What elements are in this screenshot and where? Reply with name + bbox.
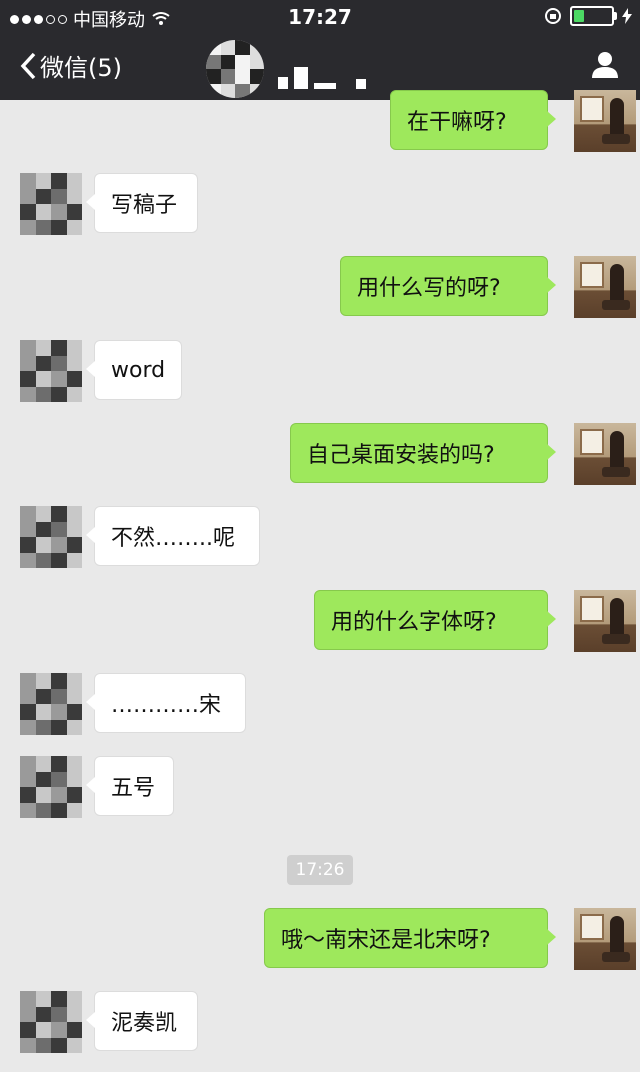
contact-message-avatar[interactable] <box>20 173 82 235</box>
profile-icon[interactable] <box>590 50 620 80</box>
contact-message-avatar[interactable] <box>20 506 82 568</box>
orientation-lock-icon <box>545 8 561 24</box>
contact-message-avatar[interactable] <box>20 991 82 1053</box>
my-avatar[interactable] <box>574 256 636 318</box>
incoming-message[interactable]: 泥奏凯 <box>86 991 198 1051</box>
chat-area[interactable]: 在干嘛呀? 写稿子 用什么写的呀? word 自己桌面安装的吗? 不然……..呢… <box>0 90 640 1072</box>
message-timestamp: 17:26 <box>287 855 353 885</box>
my-avatar[interactable] <box>574 90 636 152</box>
incoming-message[interactable]: 五号 <box>86 756 174 816</box>
contact-message-avatar[interactable] <box>20 756 82 818</box>
outgoing-message[interactable]: 用的什么字体呀? <box>314 590 556 650</box>
contact-message-avatar[interactable] <box>20 340 82 402</box>
back-button[interactable]: 微信(5) <box>20 48 122 83</box>
my-avatar[interactable] <box>574 590 636 652</box>
charging-icon <box>622 8 632 24</box>
my-avatar[interactable] <box>574 423 636 485</box>
battery-icon <box>570 6 617 26</box>
incoming-message[interactable]: …………宋 <box>86 673 246 733</box>
outgoing-message[interactable]: 哦～南宋还是北宋呀? <box>264 908 556 968</box>
outgoing-message[interactable]: 在干嘛呀? <box>390 90 556 150</box>
status-bar: 中国移动 17:27 <box>0 0 640 34</box>
incoming-message[interactable]: 不然……..呢 <box>86 506 260 566</box>
incoming-message[interactable]: 写稿子 <box>86 173 198 233</box>
outgoing-message[interactable]: 用什么写的呀? <box>340 256 556 316</box>
outgoing-message[interactable]: 自己桌面安装的吗? <box>290 423 556 483</box>
status-right <box>544 6 632 26</box>
chevron-left-icon <box>20 52 36 79</box>
incoming-message[interactable]: word <box>86 340 182 400</box>
chat-title[interactable] <box>206 40 366 98</box>
back-label: 微信(5) <box>40 54 122 82</box>
my-avatar[interactable] <box>574 908 636 970</box>
contact-name-redacted <box>278 67 366 89</box>
contact-avatar <box>206 40 264 98</box>
contact-message-avatar[interactable] <box>20 673 82 735</box>
